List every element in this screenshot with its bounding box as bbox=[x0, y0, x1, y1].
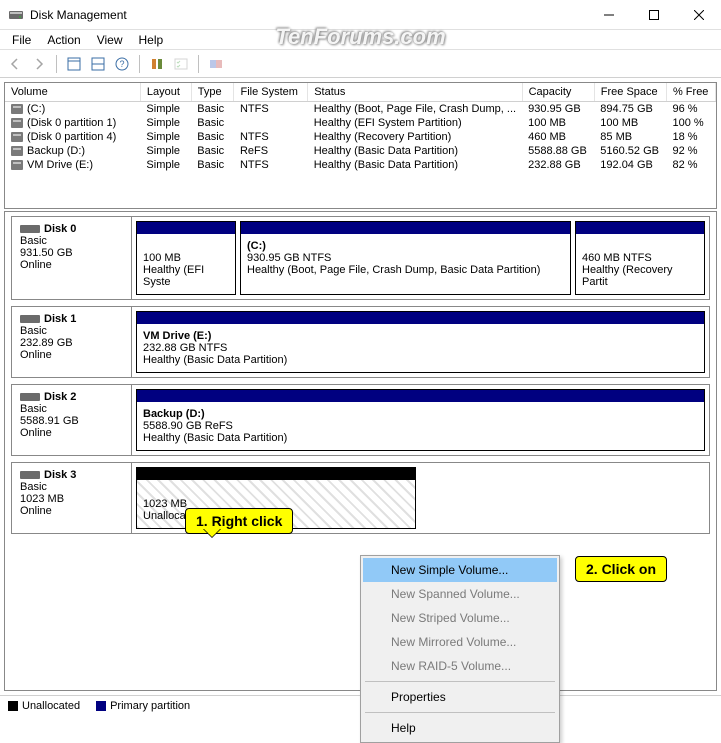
annotation-click-on: 2. Click on bbox=[575, 556, 667, 582]
svg-text:?: ? bbox=[119, 59, 124, 69]
menu-file[interactable]: File bbox=[4, 31, 39, 49]
annotation-right-click: 1. Right click bbox=[185, 508, 293, 534]
forward-button[interactable] bbox=[30, 55, 48, 73]
toolbar-separator bbox=[56, 55, 57, 73]
toolbar-panel1-icon[interactable] bbox=[65, 55, 83, 73]
menu-new-raid5-volume: New RAID-5 Volume... bbox=[363, 654, 557, 678]
volume-icon bbox=[11, 104, 23, 114]
volume-icon bbox=[11, 146, 23, 156]
menu-help[interactable]: Help bbox=[363, 716, 557, 740]
volume-list-panel: Volume Layout Type File System Status Ca… bbox=[4, 82, 717, 209]
menu-new-spanned-volume: New Spanned Volume... bbox=[363, 582, 557, 606]
menu-view[interactable]: View bbox=[89, 31, 131, 49]
legend-unallocated: Unallocated bbox=[8, 700, 80, 712]
volume-table: Volume Layout Type File System Status Ca… bbox=[5, 83, 716, 172]
volume-icon bbox=[11, 132, 23, 142]
help-icon[interactable]: ? bbox=[113, 55, 131, 73]
toolbar-separator bbox=[198, 55, 199, 73]
disk-row-1: Disk 1 Basic 232.89 GB Online VM Drive (… bbox=[11, 306, 710, 378]
col-volume[interactable]: Volume bbox=[5, 83, 140, 102]
legend-unallocated-swatch bbox=[8, 701, 18, 711]
disk-icon bbox=[20, 471, 40, 479]
menu-new-mirrored-volume: New Mirrored Volume... bbox=[363, 630, 557, 654]
col-capacity[interactable]: Capacity bbox=[522, 83, 594, 102]
toolbar-panel2-icon[interactable] bbox=[89, 55, 107, 73]
title-bar: Disk Management bbox=[0, 0, 721, 30]
partition-disk0-recovery[interactable]: 460 MB NTFS Healthy (Recovery Partit bbox=[575, 221, 705, 295]
table-row[interactable]: (Disk 0 partition 1)SimpleBasicHealthy (… bbox=[5, 116, 716, 130]
partition-disk2-d[interactable]: Backup (D:) 5588.90 GB ReFS Healthy (Bas… bbox=[136, 389, 705, 451]
window-title: Disk Management bbox=[30, 8, 586, 22]
menu-action[interactable]: Action bbox=[39, 31, 88, 49]
col-status[interactable]: Status bbox=[308, 83, 522, 102]
volume-icon bbox=[11, 118, 23, 128]
disk-header-1[interactable]: Disk 1 Basic 232.89 GB Online bbox=[12, 307, 132, 377]
maximize-button[interactable] bbox=[631, 0, 676, 30]
menu-bar: File Action View Help bbox=[0, 30, 721, 50]
disk-row-0: Disk 0 Basic 931.50 GB Online 100 MB Hea… bbox=[11, 216, 710, 300]
menu-separator bbox=[365, 712, 555, 713]
legend-primary-swatch bbox=[96, 701, 106, 711]
col-layout[interactable]: Layout bbox=[140, 83, 191, 102]
menu-new-striped-volume: New Striped Volume... bbox=[363, 606, 557, 630]
toolbar-separator bbox=[139, 55, 140, 73]
refresh-icon[interactable] bbox=[148, 55, 166, 73]
disk-header-0[interactable]: Disk 0 Basic 931.50 GB Online bbox=[12, 217, 132, 299]
menu-new-simple-volume[interactable]: New Simple Volume... bbox=[363, 558, 557, 582]
col-free[interactable]: Free Space bbox=[594, 83, 666, 102]
close-button[interactable] bbox=[676, 0, 721, 30]
partition-disk1-e[interactable]: VM Drive (E:) 232.88 GB NTFS Healthy (Ba… bbox=[136, 311, 705, 373]
partition-disk0-c[interactable]: (C:) 930.95 GB NTFS Healthy (Boot, Page … bbox=[240, 221, 571, 295]
menu-properties[interactable]: Properties bbox=[363, 685, 557, 709]
toolbar: ? bbox=[0, 50, 721, 78]
table-row[interactable]: (C:)SimpleBasicNTFSHealthy (Boot, Page F… bbox=[5, 102, 716, 117]
table-row[interactable]: (Disk 0 partition 4)SimpleBasicNTFSHealt… bbox=[5, 130, 716, 144]
table-row[interactable]: VM Drive (E:)SimpleBasicNTFSHealthy (Bas… bbox=[5, 158, 716, 172]
back-button[interactable] bbox=[6, 55, 24, 73]
menu-help[interactable]: Help bbox=[131, 31, 172, 49]
partition-disk0-efi[interactable]: 100 MB Healthy (EFI Syste bbox=[136, 221, 236, 295]
col-pct[interactable]: % Free bbox=[666, 83, 715, 102]
toolbar-checklist-icon[interactable] bbox=[172, 55, 190, 73]
menu-separator bbox=[365, 681, 555, 682]
disk-icon bbox=[20, 393, 40, 401]
volume-icon bbox=[11, 160, 23, 170]
app-icon bbox=[8, 7, 24, 23]
table-row[interactable]: Backup (D:)SimpleBasicReFSHealthy (Basic… bbox=[5, 144, 716, 158]
disk-header-2[interactable]: Disk 2 Basic 5588.91 GB Online bbox=[12, 385, 132, 455]
disk-icon bbox=[20, 225, 40, 233]
context-menu: New Simple Volume... New Spanned Volume.… bbox=[360, 555, 560, 743]
col-fs[interactable]: File System bbox=[234, 83, 308, 102]
toolbar-gradient-icon[interactable] bbox=[207, 55, 225, 73]
legend-primary: Primary partition bbox=[96, 700, 190, 712]
disk-row-2: Disk 2 Basic 5588.91 GB Online Backup (D… bbox=[11, 384, 710, 456]
minimize-button[interactable] bbox=[586, 0, 631, 30]
disk-header-3[interactable]: Disk 3 Basic 1023 MB Online bbox=[12, 463, 132, 533]
disk-icon bbox=[20, 315, 40, 323]
disk-row-3: Disk 3 Basic 1023 MB Online 1023 MB Unal… bbox=[11, 462, 710, 534]
col-type[interactable]: Type bbox=[191, 83, 234, 102]
